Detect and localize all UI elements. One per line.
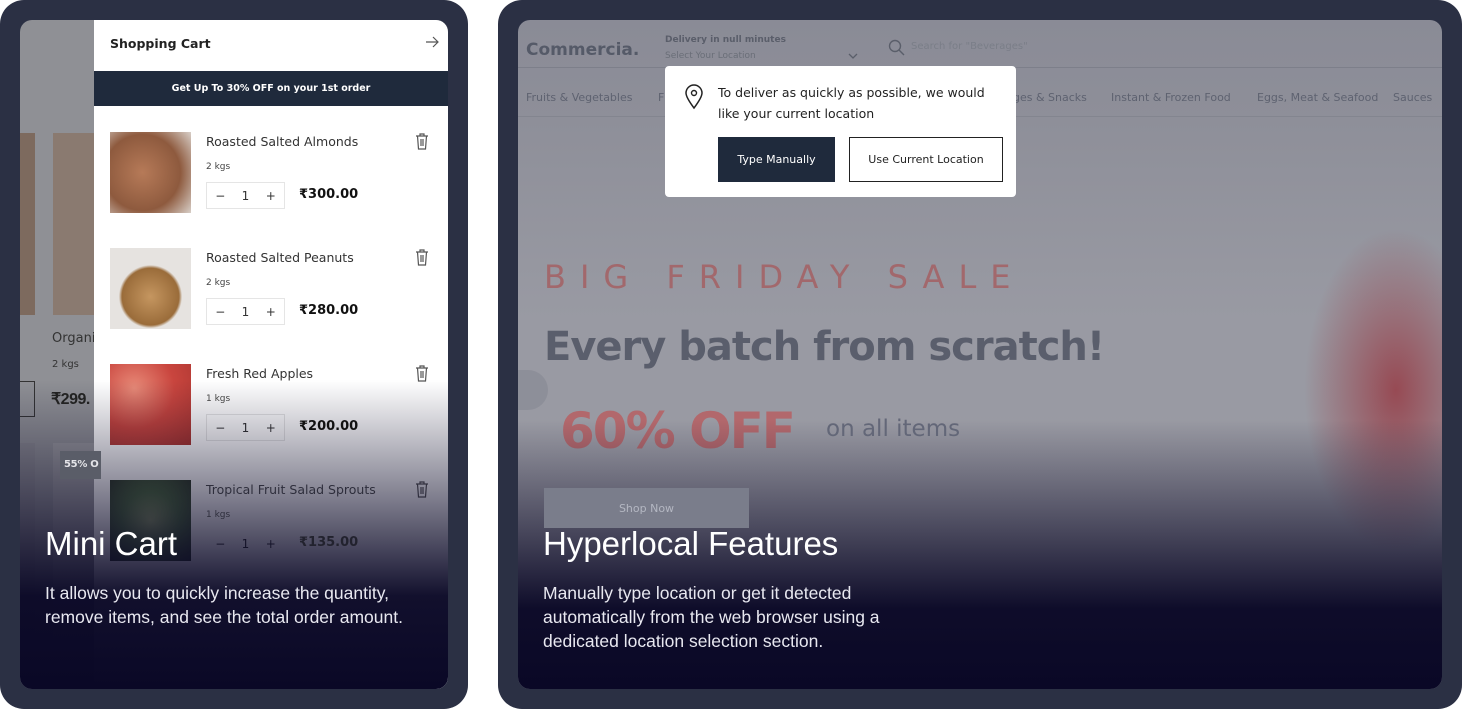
arrow-right-icon[interactable] <box>425 35 439 49</box>
product-price: ₹299. <box>51 391 90 408</box>
item-weight: 1 kgs <box>206 394 231 404</box>
logo[interactable]: Commercia. <box>526 40 639 60</box>
hero-kicker: BIG FRIDAY SALE <box>544 258 1025 296</box>
nav-beverages-snacks[interactable]: ges & Snacks <box>1013 91 1087 104</box>
product-name: Organi <box>52 331 96 346</box>
nav-item[interactable]: F <box>658 91 664 104</box>
item-price: ₹280.00 <box>299 303 359 318</box>
cart-title: Shopping Cart <box>110 36 211 51</box>
item-weight: 1 kgs <box>206 510 231 520</box>
increase-button[interactable]: + <box>266 421 276 435</box>
nav-fruits-vegetables[interactable]: Fruits & Vegetables <box>526 91 632 104</box>
quantity-value: 1 <box>241 420 250 435</box>
item-name: Tropical Fruit Salad Sprouts <box>206 482 376 497</box>
caption-title: Hyperlocal Features <box>543 525 839 562</box>
quantity-stepper[interactable]: − 1 + <box>206 530 285 557</box>
hero-headline: Every batch from scratch! <box>544 324 1105 370</box>
product-thumbnail <box>110 248 191 329</box>
location-popup: To deliver as quickly as possible, we wo… <box>665 66 1016 197</box>
product-thumbnail <box>110 364 191 445</box>
item-price: ₹200.00 <box>299 419 359 434</box>
type-manually-button[interactable]: Type Manually <box>718 137 835 182</box>
increase-button[interactable]: + <box>266 305 276 319</box>
use-current-location-button[interactable]: Use Current Location <box>849 137 1003 182</box>
decrease-button[interactable]: − <box>215 421 225 435</box>
mini-cart-screen: Organi 2 kgs ₹299. 55% O Shopping Cart G… <box>20 20 448 689</box>
item-name: Roasted Salted Almonds <box>206 134 359 149</box>
popup-message: To deliver as quickly as possible, we wo… <box>718 85 985 121</box>
product-thumbnail <box>110 132 191 213</box>
product-card <box>20 443 35 643</box>
location-select[interactable]: Select Your Location <box>665 51 756 61</box>
item-name: Roasted Salted Peanuts <box>206 250 354 265</box>
trash-icon[interactable] <box>414 480 430 498</box>
increase-button[interactable]: + <box>266 189 276 203</box>
item-price: ₹135.00 <box>299 535 359 550</box>
discount-badge: 55% O <box>60 451 102 479</box>
decrease-button[interactable]: − <box>215 189 225 203</box>
quantity-value: 1 <box>241 188 250 203</box>
promo-banner: Get Up To 30% OFF on your 1st order <box>94 71 448 106</box>
item-weight: 2 kgs <box>206 278 231 288</box>
quantity-stepper[interactable]: − 1 + <box>206 298 285 325</box>
quantity-stepper[interactable]: − 1 + <box>206 414 285 441</box>
carousel-prev-button[interactable] <box>518 370 548 410</box>
delivery-label: Delivery in null minutes <box>665 35 786 45</box>
item-weight: 2 kgs <box>206 162 231 172</box>
trash-icon[interactable] <box>414 132 430 150</box>
decrease-button[interactable]: − <box>215 537 225 551</box>
hero-offer: 60% OFF <box>560 402 796 460</box>
hero-offer-sub: on all items <box>826 416 961 442</box>
quantity-value: 1 <box>241 304 250 319</box>
quantity-stepper[interactable]: − 1 + <box>206 182 285 209</box>
mini-cart-card: Organi 2 kgs ₹299. 55% O Shopping Cart G… <box>0 0 468 709</box>
search-icon <box>888 39 905 56</box>
decrease-button[interactable]: − <box>215 305 225 319</box>
caption-text: Manually type location or get it detecte… <box>543 583 880 651</box>
nav-sauces[interactable]: Sauces <box>1393 91 1432 104</box>
nav-instant-frozen[interactable]: Instant & Frozen Food <box>1111 91 1231 104</box>
product-image <box>53 133 94 315</box>
trash-icon[interactable] <box>414 248 430 266</box>
hyperlocal-screen: Commercia. Delivery in null minutes Sele… <box>518 20 1442 689</box>
cart-item: Fresh Red Apples 1 kgs − 1 + ₹200.00 <box>110 364 432 446</box>
add-button[interactable] <box>20 381 35 417</box>
nav-eggs-meat-seafood[interactable]: Eggs, Meat & Seafood <box>1257 91 1378 104</box>
product-image <box>20 133 35 315</box>
hyperlocal-card: Commercia. Delivery in null minutes Sele… <box>498 0 1462 709</box>
chevron-down-icon[interactable] <box>848 52 858 60</box>
shop-now-button[interactable]: Shop Now <box>544 488 749 528</box>
quantity-value: 1 <box>241 536 250 551</box>
caption-text: It allows you to quickly increase the qu… <box>45 583 403 627</box>
location-pin-icon <box>685 84 703 110</box>
increase-button[interactable]: + <box>266 537 276 551</box>
item-price: ₹300.00 <box>299 187 359 202</box>
item-name: Fresh Red Apples <box>206 366 314 381</box>
hero-image <box>1288 200 1442 580</box>
product-weight: 2 kgs <box>52 359 79 370</box>
cart-item: Roasted Salted Almonds 2 kgs − 1 + ₹300.00 <box>110 132 432 214</box>
caption-title: Mini Cart <box>45 525 178 562</box>
search-input[interactable]: Search for "Beverages" <box>911 41 1028 52</box>
trash-icon[interactable] <box>414 364 430 382</box>
cart-item: Roasted Salted Peanuts 2 kgs − 1 + ₹280.00 <box>110 248 432 330</box>
